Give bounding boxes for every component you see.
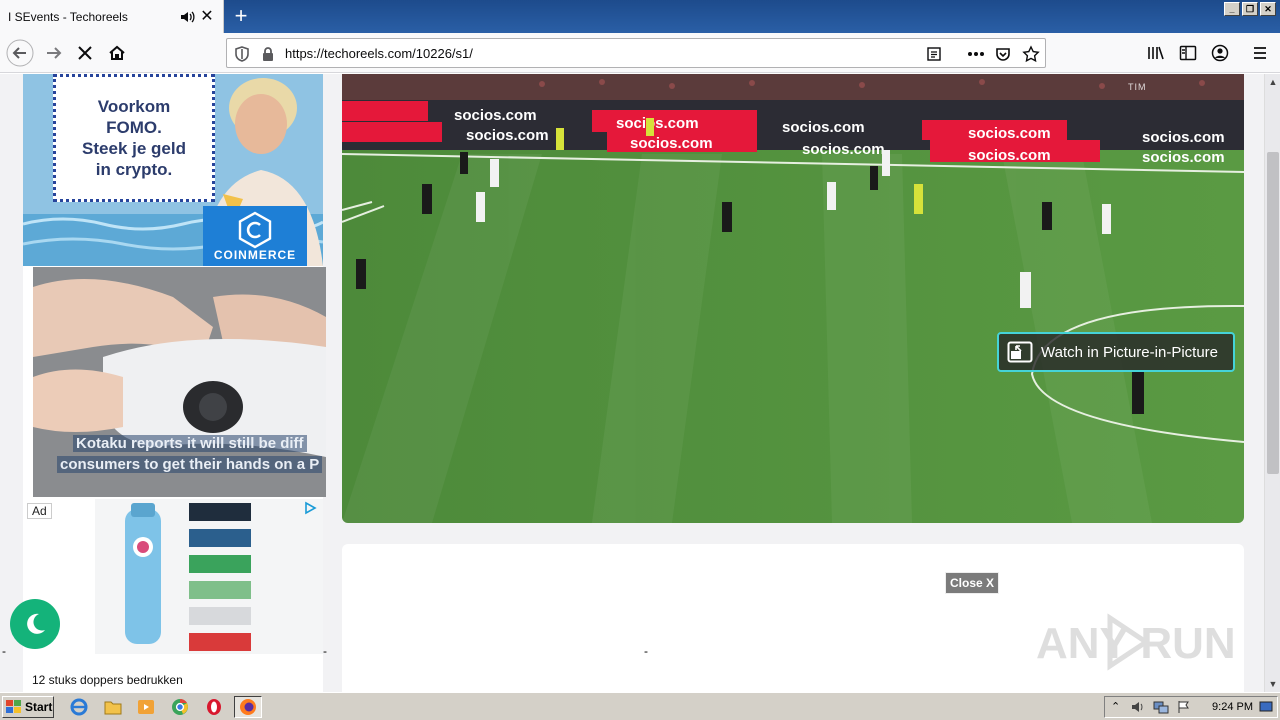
- tab-active[interactable]: I SEvents - Techoreels ✕: [0, 0, 224, 33]
- tab-title: I SEvents - Techoreels: [8, 9, 128, 24]
- stop-icon: [78, 46, 92, 60]
- forward-arrow-icon: [47, 47, 62, 59]
- coinmerce-logo: COINMERCE: [203, 206, 307, 266]
- doppers-ad[interactable]: Ad 12 stuks doppers bedrukken: [23, 499, 323, 692]
- video-player[interactable]: socios.com socios.com socios.com socios.…: [342, 74, 1244, 523]
- panel-dash: -: [644, 644, 648, 658]
- library-button[interactable]: [1142, 39, 1170, 67]
- windows-logo-icon: [6, 700, 21, 713]
- start-button[interactable]: Start: [2, 696, 54, 718]
- video-caption-line-2: consumers to get their hands on a P: [57, 456, 323, 473]
- close-window-button[interactable]: ✕: [1260, 2, 1276, 16]
- taskbar: Start ⌃ 9:24 PM: [0, 692, 1280, 720]
- start-label: Start: [25, 700, 53, 714]
- scroll-up-arrow-icon[interactable]: ▲: [1265, 74, 1280, 90]
- moon-icon: [27, 613, 45, 634]
- opera-icon[interactable]: [205, 698, 223, 716]
- lock-icon[interactable]: [259, 45, 277, 63]
- video-caption-line-1: Kotaku reports it will still be diff: [73, 435, 307, 452]
- bookmark-star-icon[interactable]: [1022, 45, 1040, 63]
- channel-badge: TIM: [1128, 82, 1147, 92]
- ad-column: Voorkom FOMO. Steek je geld in crypto. C…: [23, 74, 326, 692]
- sidebar-button[interactable]: [1174, 39, 1202, 67]
- bottles-image: [125, 503, 251, 651]
- reader-view-icon[interactable]: [925, 45, 943, 63]
- board-text-10: socios.com: [1142, 149, 1225, 166]
- adchoices-icon[interactable]: [303, 501, 317, 515]
- web-content: Voorkom FOMO. Steek je geld in crypto. C…: [0, 74, 1264, 692]
- board-text-8: socios.com: [968, 147, 1051, 164]
- volume-icon[interactable]: [1131, 700, 1145, 719]
- scroll-down-arrow-icon[interactable]: ▼: [1265, 676, 1280, 692]
- doppers-product-image: [95, 499, 323, 654]
- dark-mode-toggle[interactable]: [10, 599, 60, 649]
- board-text-5: socios.com: [782, 119, 865, 136]
- coinmerce-hexagon-icon: [238, 211, 272, 249]
- bottle-color-swatches: [189, 503, 251, 651]
- sidebar-icon: [1179, 45, 1197, 61]
- hamburger-icon: [1254, 47, 1266, 59]
- board-text-3: socios.com: [616, 115, 699, 132]
- window-controls: _ ❐ ✕: [1224, 2, 1276, 16]
- menu-button[interactable]: [1246, 39, 1274, 67]
- soccer-match-frame: socios.com socios.com socios.com socios.…: [342, 74, 1244, 523]
- coinmerce-brand: COINMERCE: [213, 248, 297, 262]
- board-text-6: socios.com: [802, 141, 885, 158]
- ie-icon[interactable]: [70, 698, 88, 716]
- board-text-1: socios.com: [454, 107, 537, 124]
- firefox-taskbar-button[interactable]: [234, 696, 262, 718]
- tab-strip: I SEvents - Techoreels ✕ + _ ❐ ✕: [0, 0, 1280, 33]
- close-ad-button[interactable]: Close X: [945, 572, 1000, 594]
- back-arrow-icon: [6, 39, 34, 67]
- stop-button[interactable]: [71, 39, 99, 67]
- url-text[interactable]: https://techoreels.com/10226/s1/: [285, 46, 473, 61]
- board-text-4: socios.com: [630, 135, 713, 152]
- account-button[interactable]: [1206, 39, 1234, 67]
- board-text-2: socios.com: [466, 127, 549, 144]
- new-tab-button[interactable]: +: [226, 0, 256, 33]
- network-icon[interactable]: [1153, 700, 1169, 719]
- clock: 9:24 PM: [1212, 701, 1253, 713]
- close-tab-icon[interactable]: ✕: [199, 8, 215, 25]
- coinmerce-ad[interactable]: Voorkom FOMO. Steek je geld in crypto. C…: [23, 74, 323, 266]
- restore-button[interactable]: ❐: [1242, 2, 1258, 16]
- forward-button[interactable]: [40, 39, 68, 67]
- pocket-icon[interactable]: [994, 45, 1012, 63]
- back-button[interactable]: [6, 39, 34, 67]
- media-player-icon[interactable]: [137, 698, 155, 716]
- pip-label: Watch in Picture-in-Picture: [1041, 343, 1218, 361]
- picture-in-picture-icon: [1007, 341, 1033, 363]
- board-text-7: socios.com: [968, 125, 1051, 142]
- scroll-thumb[interactable]: [1267, 152, 1279, 474]
- picture-in-picture-button[interactable]: Watch in Picture-in-Picture: [997, 332, 1235, 372]
- nav-bar: https://techoreels.com/10226/s1/: [0, 33, 1280, 73]
- home-icon: [109, 45, 125, 60]
- account-icon: [1211, 44, 1229, 62]
- page-actions-icon[interactable]: [967, 45, 985, 63]
- url-bar[interactable]: https://techoreels.com/10226/s1/: [226, 38, 1046, 68]
- anyrun-text: ANY RUN: [1036, 619, 1236, 668]
- flag-icon[interactable]: [1177, 700, 1191, 719]
- board-text-9: socios.com: [1142, 129, 1225, 146]
- ad-label: Ad: [27, 503, 52, 519]
- column-dash: -: [323, 644, 327, 658]
- tray-expand-icon[interactable]: ⌃: [1111, 700, 1120, 713]
- chrome-icon[interactable]: [171, 698, 189, 716]
- folder-icon[interactable]: [104, 698, 122, 716]
- show-desktop-icon[interactable]: [1259, 700, 1273, 719]
- left-dash: -: [2, 644, 6, 658]
- system-tray: ⌃ 9:24 PM: [1104, 696, 1278, 718]
- home-button[interactable]: [103, 39, 131, 67]
- doppers-caption[interactable]: 12 stuks doppers bedrukken: [32, 673, 183, 687]
- speaker-icon[interactable]: [179, 9, 195, 25]
- firefox-icon: [240, 699, 256, 715]
- vertical-scrollbar[interactable]: ▲ ▼: [1264, 74, 1280, 692]
- anyrun-watermark: ANY RUN: [1036, 613, 1236, 671]
- library-icon: [1148, 46, 1164, 60]
- tracking-shield-icon[interactable]: [233, 45, 251, 63]
- controller-video-ad[interactable]: Kotaku reports it will still be diff con…: [33, 267, 326, 497]
- minimize-button[interactable]: _: [1224, 2, 1240, 16]
